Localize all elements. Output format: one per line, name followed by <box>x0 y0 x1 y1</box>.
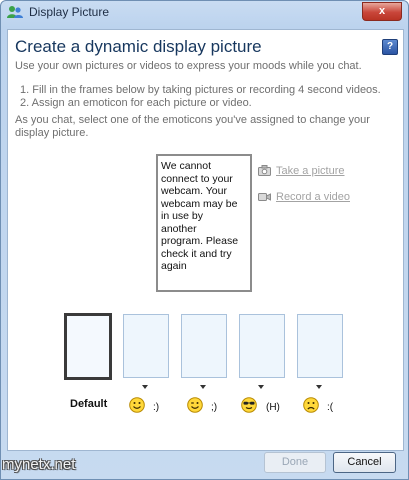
sad-emoticon-icon <box>303 397 319 413</box>
title-bar[interactable]: Display Picture x <box>1 1 408 23</box>
notice-line: connect to your <box>161 172 233 185</box>
camera-icon <box>258 165 271 176</box>
notice-line: check it and try <box>161 247 232 260</box>
emoticon-dropdown-arrow[interactable] <box>200 385 206 389</box>
emoticon-dropdown-arrow[interactable] <box>258 385 264 389</box>
emoticon-code-smile: :) <box>153 402 160 413</box>
page-title: Create a dynamic display picture <box>15 37 262 56</box>
emoticon-code-cool: (H) <box>266 402 280 413</box>
emoticon-dropdown-arrow[interactable] <box>142 385 148 389</box>
webcam-error-notice: We cannot connect to your webcam. Your w… <box>156 154 252 292</box>
notice-line: webcam may be <box>161 197 238 210</box>
notice-line: another <box>161 222 197 235</box>
messenger-buddy-icon <box>7 6 23 18</box>
intro-text: Use your own pictures or videos to expre… <box>15 60 362 72</box>
notice-line: webcam. Your <box>161 185 227 197</box>
picture-frame-wink[interactable] <box>181 314 227 378</box>
notice-line: in use by <box>161 210 204 222</box>
picture-frame-sad[interactable] <box>297 314 343 378</box>
take-picture-link[interactable]: Take a picture <box>276 165 344 177</box>
notice-line: We cannot <box>161 160 212 172</box>
done-button[interactable]: Done <box>264 452 326 473</box>
instruction-line-1: As you chat, select one of the emoticons… <box>15 114 370 126</box>
wink-emoticon-icon <box>187 397 203 413</box>
default-label: Default <box>70 398 108 410</box>
step-1-text: 1. Fill in the frames below by taking pi… <box>20 84 381 96</box>
default-picture-frame[interactable] <box>64 313 112 380</box>
picture-frame-smile[interactable] <box>123 314 169 378</box>
cool-sunglasses-emoticon-icon <box>241 397 257 413</box>
instruction-line-2: display picture. <box>15 127 89 139</box>
record-video-link[interactable]: Record a video <box>276 191 350 203</box>
emoticon-dropdown-arrow[interactable] <box>316 385 322 389</box>
emoticon-code-wink: ;) <box>211 402 218 413</box>
watermark-text: mynetx.net <box>2 456 76 473</box>
help-icon[interactable]: ? <box>382 39 398 55</box>
window-title: Display Picture <box>29 5 110 19</box>
notice-line: program. Please <box>161 235 239 247</box>
video-camera-icon <box>258 193 271 201</box>
picture-frame-cool[interactable] <box>239 314 285 378</box>
smile-emoticon-icon <box>129 397 145 413</box>
emoticon-code-sad: :( <box>327 402 334 413</box>
cancel-button[interactable]: Cancel <box>333 452 396 473</box>
notice-line: again <box>161 260 187 272</box>
close-button[interactable]: x <box>362 2 402 21</box>
step-2-text: 2. Assign an emoticon for each picture o… <box>20 97 252 109</box>
